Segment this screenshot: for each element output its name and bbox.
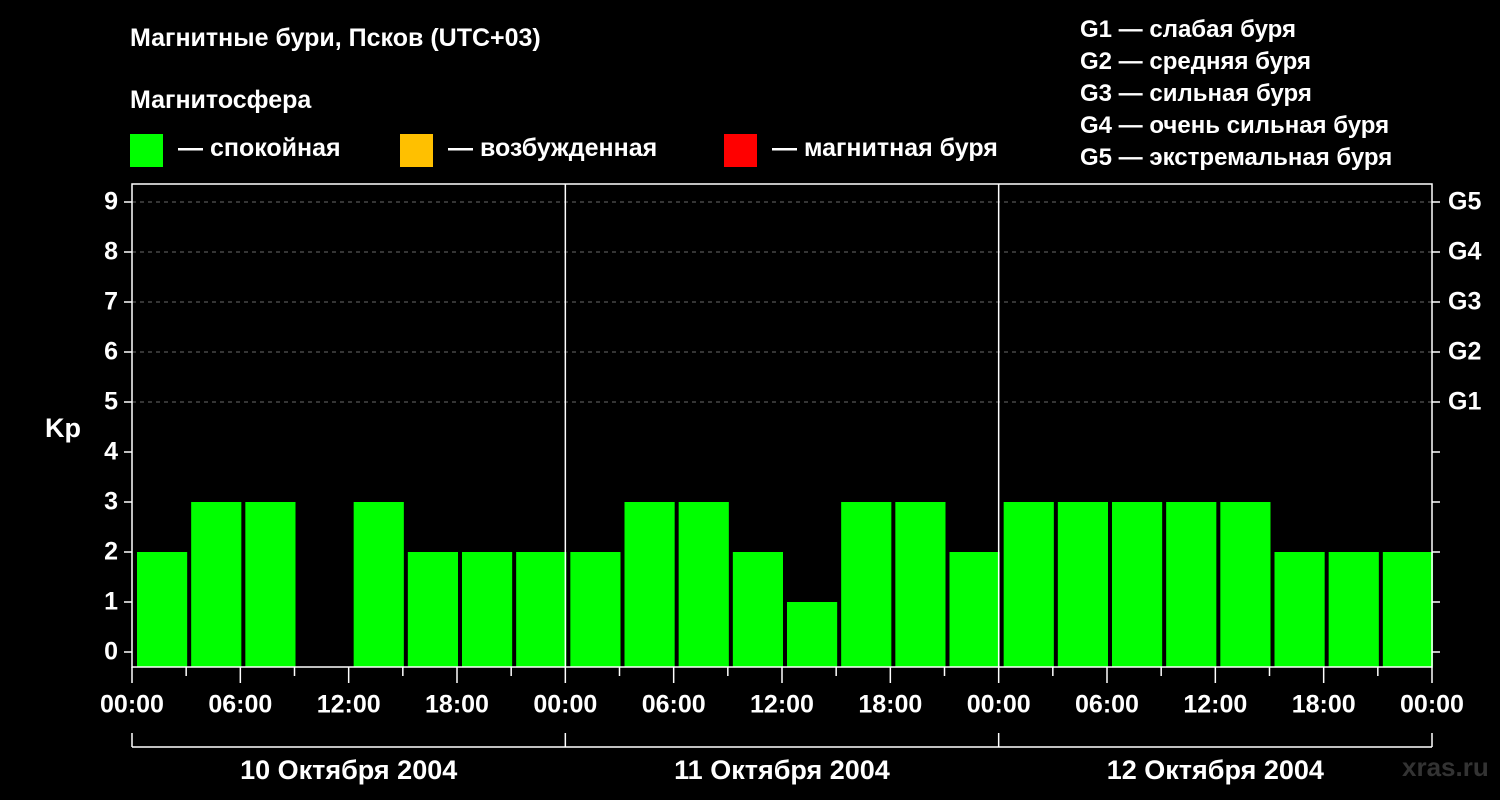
kp-bar [949, 552, 1000, 667]
kp-bar [1382, 552, 1433, 667]
y-tick-label: 0 [104, 638, 118, 666]
kp-bar [245, 502, 296, 667]
site-credit: xras.ru [1402, 752, 1489, 782]
g-scale-label: G3 [1448, 288, 1481, 316]
x-tick-label: 18:00 [1292, 691, 1356, 719]
kp-bar [841, 502, 892, 667]
y-tick-label: 2 [104, 538, 118, 566]
g-scale-label: G4 [1448, 238, 1481, 266]
x-tick-label: 00:00 [533, 691, 597, 719]
kp-bar [137, 552, 188, 667]
kp-bar [1112, 502, 1163, 667]
kp-bar [1220, 502, 1271, 667]
g-scale-label: G5 [1448, 188, 1481, 216]
day-label: 11 Октября 2004 [674, 755, 890, 785]
x-tick-label: 12:00 [750, 691, 814, 719]
y-tick-label: 6 [104, 338, 118, 366]
kp-bar [516, 552, 567, 667]
y-tick-label: 4 [104, 438, 118, 466]
kp-bar [624, 502, 675, 667]
y-tick-label: 3 [104, 488, 118, 516]
x-tick-label: 18:00 [858, 691, 922, 719]
kp-bar-chart: 0 1 2 3 4 5 6 7 8 9 G1 G2 G3 G4 G5 Kp 00:00 06:00 12:00 18:… [45, 183, 1481, 785]
kp-bar [353, 502, 404, 667]
g-scale-label: G1 [1448, 388, 1481, 416]
kp-bar [407, 552, 458, 667]
kp-bar [895, 502, 946, 667]
day-label: 12 Октября 2004 [1107, 755, 1324, 785]
kp-bar [1003, 502, 1054, 667]
kp-bar [1328, 552, 1379, 667]
y-tick-label: 7 [104, 288, 118, 316]
x-tick-label: 12:00 [317, 691, 381, 719]
kp-bar [1166, 502, 1217, 667]
kp-bar [678, 502, 729, 667]
day-label: 10 Октября 2004 [240, 755, 457, 785]
kp-bar [732, 552, 783, 667]
x-tick-label: 00:00 [1400, 691, 1464, 719]
kp-bar [570, 552, 621, 667]
x-tick-label: 18:00 [425, 691, 489, 719]
x-tick-label: 00:00 [967, 691, 1031, 719]
y-tick-label: 8 [104, 238, 118, 266]
y-tick-label: 9 [104, 188, 118, 216]
x-tick-label: 00:00 [100, 691, 164, 719]
x-tick-label: 06:00 [208, 691, 272, 719]
kp-bar [787, 602, 838, 667]
x-tick-label: 06:00 [642, 691, 706, 719]
g-scale-label: G2 [1448, 338, 1481, 366]
y-axis-title: Kp [45, 413, 81, 443]
kp-bar [462, 552, 513, 667]
kp-bar [1274, 552, 1325, 667]
y-tick-label: 1 [104, 588, 118, 616]
x-tick-label: 12:00 [1183, 691, 1247, 719]
x-tick-label: 06:00 [1075, 691, 1139, 719]
y-tick-label: 5 [104, 388, 118, 416]
kp-bar [191, 502, 242, 667]
kp-bar [1057, 502, 1108, 667]
